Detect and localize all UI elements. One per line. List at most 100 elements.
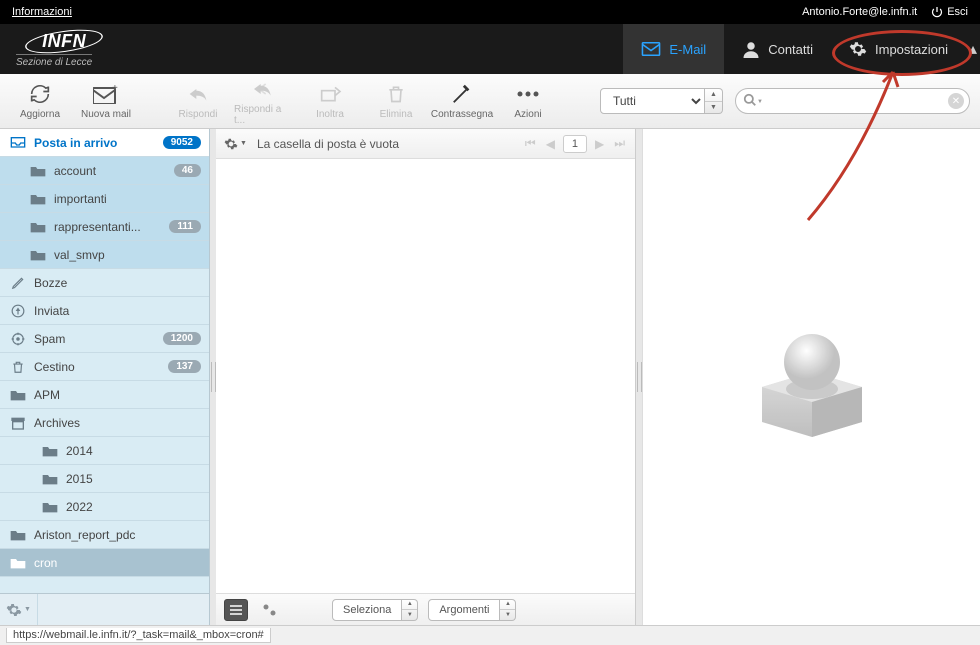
list-icon — [230, 605, 242, 615]
dots-icon — [516, 89, 540, 99]
folder-settings-button[interactable]: ▼ — [0, 594, 38, 625]
search-icon — [743, 93, 757, 107]
layout-thread-button[interactable] — [258, 599, 282, 621]
folder-archives[interactable]: Archives — [0, 409, 209, 437]
filter-stepper[interactable]: ▲▼ — [705, 88, 723, 114]
newmail-icon: + — [93, 84, 119, 104]
folder-cron[interactable]: cron — [0, 549, 209, 577]
trash-icon — [386, 83, 406, 105]
folder-icon — [10, 388, 26, 402]
svg-text:+: + — [112, 84, 118, 94]
folder-icon — [42, 500, 58, 514]
count-badge: 1200 — [163, 332, 201, 345]
folder-icon — [30, 220, 46, 234]
folder-icon — [42, 472, 58, 486]
refresh-button[interactable]: Aggiorna — [10, 76, 70, 126]
flag-icon — [450, 83, 474, 105]
folder-trash[interactable]: Cestino 137 — [0, 353, 209, 381]
folder-icon — [30, 248, 46, 262]
empty-message: La casella di posta è vuota — [257, 137, 399, 151]
count-badge: 46 — [174, 164, 201, 177]
power-icon — [931, 6, 943, 18]
reply-icon — [186, 84, 210, 104]
folder-importanti[interactable]: importanti — [0, 185, 209, 213]
status-bar: https://webmail.le.infn.it/?_task=mail&_… — [0, 625, 980, 645]
folder-icon — [10, 556, 26, 570]
replyall-button: Rispondi a t... — [234, 76, 294, 126]
threads-menu[interactable]: Argomenti ▲▼ — [428, 599, 516, 621]
reply-button: Rispondi — [168, 76, 228, 126]
folder-inbox[interactable]: Posta in arrivo 9052 — [0, 129, 209, 157]
replyall-icon — [250, 79, 278, 99]
inbox-icon — [10, 136, 26, 150]
pencil-icon — [10, 276, 26, 290]
folder-account[interactable]: account 46 — [0, 157, 209, 185]
brand-logo: INFN Sezione di Lecce — [0, 31, 92, 68]
spam-icon — [10, 332, 26, 346]
search-dropdown-icon[interactable]: ▼ — [757, 99, 763, 105]
pager: ⏮ ◀ 1 ▶ ⏭ — [523, 135, 627, 153]
folder-archive-2015[interactable]: 2015 — [0, 465, 209, 493]
delete-button: Elimina — [366, 76, 426, 126]
gear-icon — [6, 602, 22, 618]
message-list-empty — [216, 159, 635, 593]
folder-val-smvp[interactable]: val_smvp — [0, 241, 209, 269]
gear-icon — [849, 40, 867, 58]
archive-icon — [10, 416, 26, 430]
thread-icon — [263, 604, 277, 616]
nav-tab-settings[interactable]: Impostazioni — [831, 40, 966, 58]
folder-sent[interactable]: Inviata — [0, 297, 209, 325]
search-input[interactable] — [735, 88, 970, 114]
pager-prev: ◀ — [544, 137, 557, 151]
folder-icon — [30, 192, 46, 206]
filter-select-input[interactable]: Tutti — [600, 88, 705, 114]
count-badge: 111 — [169, 220, 201, 233]
empty-preview-icon — [742, 307, 882, 447]
flag-button[interactable]: Contrassegna — [432, 76, 492, 126]
pager-last: ⏭ — [612, 136, 627, 151]
settings-dropdown-toggle[interactable]: ▴ — [966, 39, 980, 59]
sent-icon — [10, 304, 26, 318]
mail-toolbar: Aggiorna + Nuova mail Rispondi Rispondi … — [0, 74, 980, 129]
logout-button[interactable]: Esci — [931, 6, 968, 18]
inbox-count-badge: 9052 — [163, 136, 201, 149]
search-clear-button[interactable]: ✕ — [948, 93, 964, 109]
envelope-icon — [641, 42, 661, 56]
folder-icon — [10, 528, 26, 542]
folder-archive-2022[interactable]: 2022 — [0, 493, 209, 521]
folder-sidebar: Posta in arrivo 9052 account 46 importan… — [0, 129, 210, 625]
search-box[interactable]: ▼ ✕ — [735, 88, 970, 114]
refresh-icon — [28, 84, 52, 104]
gear-icon — [224, 137, 238, 151]
folder-spam[interactable]: Spam 1200 — [0, 325, 209, 353]
folder-icon — [42, 444, 58, 458]
list-options-button[interactable]: ▼ — [224, 137, 247, 151]
folder-archive-2014[interactable]: 2014 — [0, 437, 209, 465]
folder-apm[interactable]: APM — [0, 381, 209, 409]
layout-list-button[interactable] — [224, 599, 248, 621]
filter-select[interactable]: Tutti ▲▼ — [600, 88, 723, 114]
actions-button[interactable]: Azioni — [498, 76, 558, 126]
nav-tab-email[interactable]: E-Mail — [623, 24, 724, 74]
person-icon — [742, 40, 760, 58]
select-menu[interactable]: Seleziona ▲▼ — [332, 599, 418, 621]
newmail-button[interactable]: + Nuova mail — [76, 76, 136, 126]
pager-page-input[interactable]: 1 — [563, 135, 587, 153]
nav-tab-contacts[interactable]: Contatti — [724, 24, 831, 74]
status-url: https://webmail.le.infn.it/?_task=mail&_… — [6, 628, 271, 643]
forward-icon — [318, 84, 342, 104]
folder-rappresentanti[interactable]: rappresentanti... 111 — [0, 213, 209, 241]
folder-icon — [30, 164, 46, 178]
preview-pane — [642, 129, 980, 625]
pager-first: ⏮ — [523, 136, 538, 151]
folder-drafts[interactable]: Bozze — [0, 269, 209, 297]
trash-icon — [10, 360, 26, 374]
forward-button: Inoltra — [300, 76, 360, 126]
folder-ariston[interactable]: Ariston_report_pdc — [0, 521, 209, 549]
count-badge: 137 — [168, 360, 201, 373]
user-email: Antonio.Forte@le.infn.it — [802, 6, 917, 18]
info-link[interactable]: Informazioni — [12, 6, 72, 18]
message-list-pane: ▼ La casella di posta è vuota ⏮ ◀ 1 ▶ ⏭ — [216, 129, 636, 625]
pager-next: ▶ — [593, 137, 606, 151]
logout-label: Esci — [947, 6, 968, 18]
